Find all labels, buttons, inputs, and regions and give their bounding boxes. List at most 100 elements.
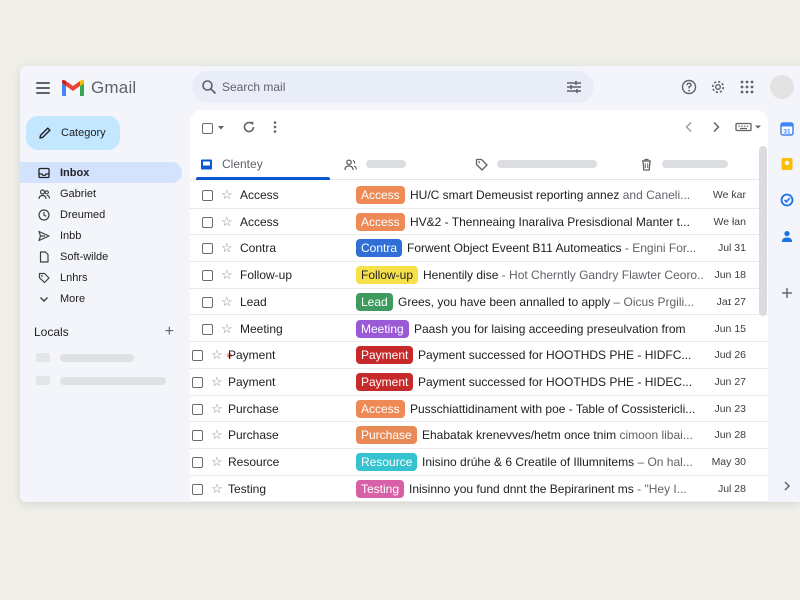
email-label-chip[interactable]: Follow-up xyxy=(356,266,419,285)
sidebar-item-more[interactable]: More xyxy=(20,288,182,309)
email-subject: HV&2 - Thenneaing Inaraliva Presisdional… xyxy=(410,214,690,229)
newer-page-icon[interactable] xyxy=(684,121,694,133)
select-all-checkbox[interactable] xyxy=(202,121,213,135)
svg-text:31: 31 xyxy=(783,129,791,136)
row-checkbox[interactable] xyxy=(202,296,213,308)
sidebar-item-inbb[interactable]: Inbb xyxy=(20,225,182,246)
search-input[interactable] xyxy=(222,77,552,97)
email-date: Jun 15 xyxy=(714,322,746,335)
row-checkbox[interactable] xyxy=(202,270,213,282)
star-icon[interactable]: ☆ xyxy=(211,481,223,497)
search-options-icon[interactable] xyxy=(566,79,582,95)
more-options-icon[interactable] xyxy=(272,120,278,134)
row-checkbox[interactable] xyxy=(192,430,203,442)
email-label-chip[interactable]: Testing xyxy=(356,479,405,498)
email-row[interactable]: ☆ Payment Payment Payment successed for HOO… xyxy=(190,342,768,369)
email-label-chip[interactable]: Access xyxy=(356,399,405,418)
star-icon[interactable]: ☆ xyxy=(221,267,233,283)
email-label-chip[interactable]: Resource xyxy=(356,453,418,471)
email-label-chip[interactable]: Purchase xyxy=(356,426,417,445)
email-row[interactable]: ☆ Purchase Access Pusschiattidinament with … xyxy=(190,395,768,423)
checkbox[interactable] xyxy=(202,123,213,134)
star-icon[interactable]: ☆ xyxy=(211,347,223,363)
keep-notes-icon[interactable] xyxy=(780,157,794,171)
calendar-icon[interactable]: 31 xyxy=(780,122,794,136)
apps-grid-icon[interactable] xyxy=(739,79,755,95)
email-row[interactable]: ☆ Lead Lead Grees, you have been annalled t… xyxy=(190,288,768,316)
email-label-chip[interactable]: Access xyxy=(356,186,405,204)
row-checkbox[interactable] xyxy=(202,216,213,228)
add-addon-icon[interactable] xyxy=(780,286,794,300)
tab-updates[interactable] xyxy=(640,148,728,180)
email-row[interactable]: ☆ Resource Resource Inisino drúhe & 6 Creat… xyxy=(190,449,768,476)
star-icon[interactable]: ☆ xyxy=(221,214,233,230)
tasks-icon[interactable] xyxy=(780,193,794,207)
row-checkbox[interactable] xyxy=(192,376,203,388)
star-icon[interactable]: ☆ xyxy=(211,374,223,390)
email-row[interactable]: ☆ Meeting Meeting Paash you for laising acc… xyxy=(190,315,768,343)
email-subject-line: Inisino drúhe & 6 Creatile of Illumnitem… xyxy=(422,455,702,469)
email-label-chip[interactable]: Lead xyxy=(356,292,393,311)
email-label-chip[interactable]: Contra xyxy=(356,239,403,258)
refresh-icon[interactable] xyxy=(242,120,256,134)
scrollbar-thumb[interactable] xyxy=(759,146,767,316)
email-label-chip[interactable]: Payment xyxy=(356,372,414,391)
email-label-chip[interactable]: Payment xyxy=(356,346,414,365)
star-icon[interactable]: ☆ xyxy=(221,294,233,310)
star-icon[interactable]: ☆ xyxy=(221,240,233,256)
add-label-button[interactable]: + xyxy=(165,324,174,340)
gmail-logo[interactable]: Gmail xyxy=(61,78,136,98)
older-page-icon[interactable] xyxy=(711,121,721,133)
email-row[interactable]: ☆ Payment Payment Payment successed for HOO… xyxy=(190,368,768,396)
row-checkbox[interactable] xyxy=(192,457,203,468)
star-icon[interactable]: ☆ xyxy=(211,454,223,470)
star-icon[interactable]: ☆ xyxy=(211,401,223,417)
search-bar[interactable] xyxy=(192,71,594,103)
row-checkbox[interactable] xyxy=(192,403,203,415)
row-checkbox[interactable] xyxy=(202,190,213,201)
email-row[interactable]: ☆ Access Access HV&2 - Thenneaing Inaraliva… xyxy=(190,208,768,236)
row-checkbox[interactable] xyxy=(202,323,213,335)
email-date: We ƙar xyxy=(712,189,746,201)
email-row[interactable]: ☆ Purchase Purchase Ehabatak krenevves/hetm… xyxy=(190,422,768,449)
row-checkbox[interactable] xyxy=(192,350,203,362)
row-checkbox[interactable] xyxy=(202,243,213,255)
star-icon[interactable]: ☆ xyxy=(221,321,233,337)
label-placeholder-text xyxy=(60,376,166,385)
main-menu-button[interactable] xyxy=(36,82,50,94)
expand-side-panel-icon[interactable] xyxy=(780,479,794,493)
mail-toolbar xyxy=(190,110,768,144)
star-icon[interactable]: ☆ xyxy=(211,427,223,443)
sidebar-item-lnhrs[interactable]: Lnhrs xyxy=(20,267,182,288)
settings-gear-icon[interactable] xyxy=(710,79,726,95)
email-subject-line: Grees, you have been annalled to apply –… xyxy=(398,295,707,309)
people-icon xyxy=(344,158,357,170)
label-icon xyxy=(38,272,50,283)
email-row[interactable]: ☆ Access Access HU/C smart Demeusist report… xyxy=(190,182,768,209)
input-tools-keyboard-icon[interactable] xyxy=(735,122,763,132)
search-icon[interactable] xyxy=(201,79,217,95)
tab-social[interactable] xyxy=(344,148,406,180)
sidebar-item-soft-wilde[interactable]: Soft-wilde xyxy=(20,246,182,267)
star-icon[interactable]: ☆ xyxy=(221,187,233,203)
sidebar-item-inbox[interactable]: Inbox xyxy=(20,162,182,183)
select-dropdown-icon[interactable] xyxy=(217,124,225,132)
email-subject-line: Payment successed for HOOTHDS PHE - HIDF… xyxy=(418,348,704,362)
account-avatar[interactable] xyxy=(770,75,794,99)
compose-button[interactable]: Category xyxy=(26,116,120,150)
email-row[interactable]: ☆ Follow-up Follow-up Henentily dise - Hot … xyxy=(190,262,768,289)
help-icon[interactable] xyxy=(681,79,697,95)
email-label-chip[interactable]: Meeting xyxy=(356,319,409,338)
email-subject-line: Ehabatak krenevves/hetm once tnim cimoon… xyxy=(422,428,704,442)
email-label-chip[interactable]: Access xyxy=(356,212,405,231)
tab-promotions[interactable] xyxy=(475,148,597,180)
email-row[interactable]: ☆ Contra Contra Forwent Object Eveent B11 A… xyxy=(190,235,768,263)
row-checkbox[interactable] xyxy=(192,483,203,495)
sidebar-item-dreumed[interactable]: Dreumed xyxy=(20,204,182,225)
tab-primary[interactable]: Clentey xyxy=(200,148,263,180)
email-row[interactable]: ☆ Testing Testing Inisinno you fund dnnt th… xyxy=(190,475,768,502)
email-snippet: and Caneli... xyxy=(619,188,691,202)
gmail-m-icon xyxy=(62,79,84,96)
contacts-icon[interactable] xyxy=(780,229,794,243)
sidebar-item-gabriet[interactable]: Gabriet xyxy=(20,183,182,204)
